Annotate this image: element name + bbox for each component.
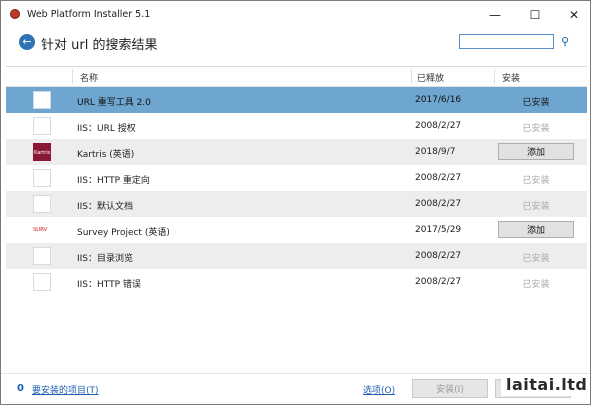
install-button[interactable]: 安装(I) [412,379,488,398]
list-item-kartris[interactable]: Kartris Kartris (英语) 2018/9/7 添加 [6,139,587,165]
release-date: 2008/2/27 [415,251,462,261]
installed-status: 已安装 [522,98,550,108]
page-title: 针对 url 的搜索结果 [41,38,158,53]
kartris-logo: Kartris [33,143,51,161]
add-button[interactable]: 添加 [498,143,574,160]
release-date: 2008/2/27 [415,173,462,183]
release-date: 2017/5/29 [415,225,462,235]
installed-status: 已安装 [522,124,550,134]
add-button[interactable]: 添加 [498,221,574,238]
installed-status: 已安装 [522,202,550,212]
search-icon[interactable]: ⚲ [561,35,575,49]
product-name: IIS：HTTP 错误 [77,280,141,290]
list-item-url-rewrite[interactable]: URL 重写工具 2.0 2017/6/16 已安装 [6,87,587,113]
column-header-install[interactable]: 安装 [502,71,520,84]
release-date: 2018/9/7 [415,147,456,157]
blank-thumb-icon [33,247,51,265]
web-platform-installer-icon [10,9,20,19]
blank-thumb-icon [33,117,51,135]
survey-project-logo: SURV [33,221,51,239]
column-header-name[interactable]: 名称 [80,71,98,84]
release-date: 2008/2/27 [415,277,462,287]
release-date: 2008/2/27 [415,121,462,131]
column-header-released[interactable]: 已释放 [417,71,444,84]
search-input[interactable] [459,34,554,49]
blank-thumb-icon [33,91,51,109]
product-name: IIS：HTTP 重定向 [77,176,150,186]
items-to-install-count: 0 [17,383,24,394]
list-item-http-errors[interactable]: IIS：HTTP 错误 2008/2/27 已安装 [6,269,587,295]
list-item-url-authorization[interactable]: IIS：URL 授权 2008/2/27 已安装 [6,113,587,139]
installed-status: 已安装 [522,176,550,186]
watermark: laitai.ltd [501,374,590,396]
window-title: Web Platform Installer 5.1 [27,9,151,20]
product-name: IIS：URL 授权 [77,124,136,134]
results-list: 名称 已释放 安装 URL 重写工具 2.0 2017/6/16 已安装 IIS… [6,66,587,374]
column-separator [411,69,412,84]
list-item-survey-project[interactable]: SURV Survey Project (英语) 2017/5/29 添加 [6,217,587,243]
column-header: 名称 已释放 安装 [6,67,587,87]
product-name: Survey Project (英语) [77,228,170,238]
release-date: 2017/6/16 [415,95,462,105]
product-name: Kartris (英语) [77,150,135,160]
list-item-directory-browsing[interactable]: IIS：目录浏览 2008/2/27 已安装 [6,243,587,269]
items-to-install-link[interactable]: 要安装的项目(T) [32,383,99,396]
column-separator [72,69,73,84]
column-separator [494,69,495,84]
title-bar: Web Platform Installer 5.1 — ☐ ✕ [1,1,590,29]
blank-thumb-icon [33,195,51,213]
list-item-default-document[interactable]: IIS：默认文档 2008/2/27 已安装 [6,191,587,217]
blank-thumb-icon [33,169,51,187]
release-date: 2008/2/27 [415,199,462,209]
product-name: IIS：目录浏览 [77,254,134,264]
list-item-http-redirect[interactable]: IIS：HTTP 重定向 2008/2/27 已安装 [6,165,587,191]
installed-status: 已安装 [522,280,550,290]
product-name: URL 重写工具 2.0 [77,98,151,108]
options-link[interactable]: 选项(O) [363,383,395,396]
page-header: ← 针对 url 的搜索结果 ⚲ [1,29,590,59]
close-button[interactable]: ✕ [558,1,590,29]
maximize-button[interactable]: ☐ [519,1,551,29]
app-window: Web Platform Installer 5.1 — ☐ ✕ ← 针对 ur… [0,0,591,405]
installed-status: 已安装 [522,254,550,264]
minimize-button[interactable]: — [479,1,511,29]
product-name: IIS：默认文档 [77,202,134,212]
blank-thumb-icon [33,273,51,291]
back-arrow-icon[interactable]: ← [19,34,35,50]
